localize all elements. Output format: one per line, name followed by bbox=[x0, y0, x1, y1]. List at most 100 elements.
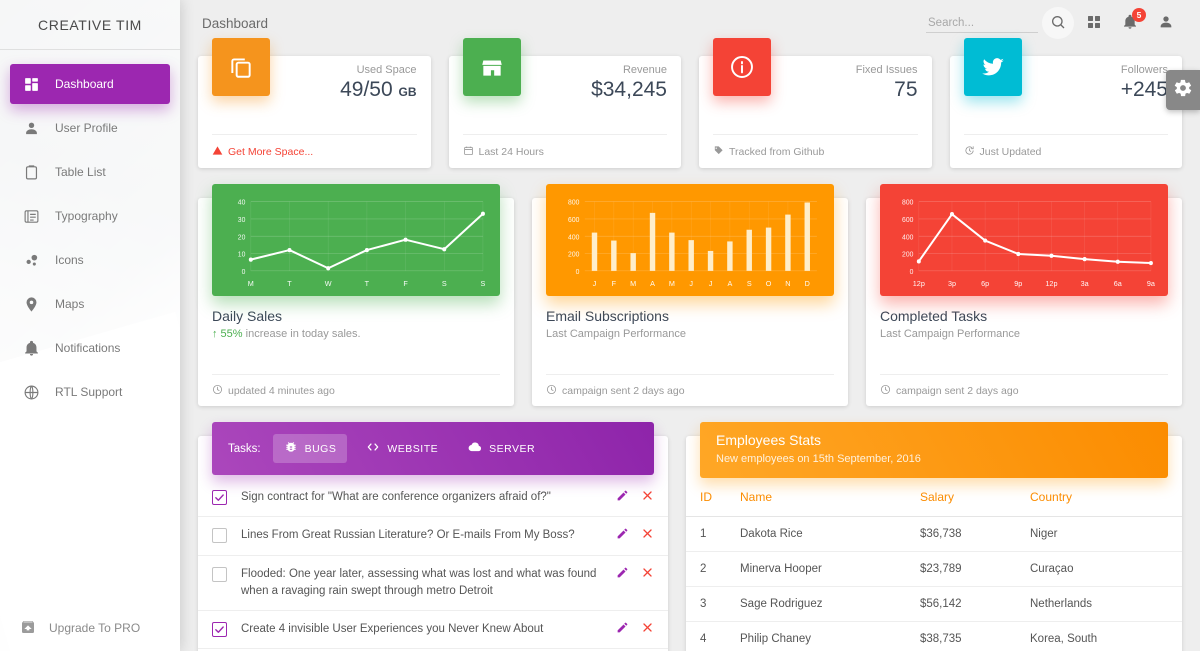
svg-text:6p: 6p bbox=[981, 279, 989, 288]
trend-up-icon: ↑ 55% bbox=[212, 328, 243, 340]
task-label: Lines From Great Russian Literature? Or … bbox=[241, 529, 575, 542]
task-delete-button[interactable] bbox=[641, 566, 654, 582]
table-row: 4 Philip Chaney $38,735 Korea, South bbox=[686, 621, 1182, 651]
chart-card-subtitle: Last Campaign Performance bbox=[880, 328, 1021, 340]
sidebar-item-label: Icons bbox=[55, 253, 84, 267]
stat-card-used-space: Used Space 49/50 GB Get More Space... bbox=[198, 38, 431, 168]
chart-card-completed-tasks: 0 200 400 600 800 12p 3p 6p 9p 12p 3a 6a 9a Completed… bbox=[866, 184, 1182, 406]
stat-card-footer-label: Tracked from Github bbox=[729, 145, 825, 158]
svg-text:200: 200 bbox=[902, 251, 913, 258]
settings-gear-button[interactable] bbox=[1166, 70, 1200, 110]
svg-text:20: 20 bbox=[238, 234, 246, 241]
stat-card-category: Revenue bbox=[622, 64, 667, 76]
info-icon bbox=[713, 38, 771, 96]
tasks-panel: Tasks: BUGS WEBSITE SERVER Sign contract f… bbox=[198, 422, 668, 651]
stat-card-value: 49/50 GB bbox=[270, 78, 416, 102]
svg-text:3a: 3a bbox=[1081, 279, 1090, 288]
chart-plot: 0 200 400 600 800 J F M A M J J A S O N D bbox=[546, 184, 834, 296]
svg-text:O: O bbox=[766, 279, 772, 288]
sidebar-item-user-profile[interactable]: User Profile bbox=[10, 108, 170, 148]
close-icon bbox=[641, 489, 654, 505]
chart-card-footer: campaign sent 2 days ago bbox=[546, 374, 834, 406]
sidebar-item-icons[interactable]: Icons bbox=[10, 240, 170, 280]
task-checkbox[interactable] bbox=[212, 490, 227, 505]
tag-icon bbox=[713, 145, 724, 159]
tasks-panel-header: Tasks: BUGS WEBSITE SERVER bbox=[212, 422, 654, 475]
chart-card-title: Email Subscriptions bbox=[546, 308, 669, 324]
task-checkbox[interactable] bbox=[212, 566, 227, 582]
tasks-label: Tasks: bbox=[228, 442, 261, 455]
table-cell: Dakota Rice bbox=[732, 516, 912, 552]
profile-button[interactable] bbox=[1150, 7, 1182, 39]
svg-text:T: T bbox=[287, 279, 292, 288]
sidebar-item-label: Table List bbox=[55, 165, 106, 179]
page-title: Dashboard bbox=[202, 15, 269, 31]
brand-logo[interactable]: CREATIVE TIM bbox=[0, 0, 180, 50]
dashboard-icon bbox=[20, 73, 42, 95]
stat-card-number: 75 bbox=[894, 78, 918, 101]
twitter-icon bbox=[963, 38, 1022, 96]
task-checkbox[interactable] bbox=[212, 622, 227, 637]
bug-icon bbox=[284, 440, 298, 457]
chart-plot: 0 10 20 30 40 M T W T F S S bbox=[212, 184, 500, 296]
update-icon bbox=[964, 145, 975, 159]
sidebar-item-label: Typography bbox=[55, 209, 118, 223]
svg-text:30: 30 bbox=[238, 217, 246, 224]
notifications-button[interactable]: 5 bbox=[1114, 7, 1146, 39]
chart-card-email-subscriptions: 0 200 400 600 800 J F M A M J J A S O N D Email Subscript… bbox=[532, 184, 848, 406]
person-icon bbox=[20, 117, 42, 139]
stat-card-footer-label: Get More Space... bbox=[228, 145, 314, 158]
chart-card-title: Daily Sales bbox=[212, 308, 283, 324]
chart-card-subtitle: Last Campaign Performance bbox=[546, 328, 687, 340]
table-column-header: Name bbox=[732, 478, 912, 517]
sidebar-item-rtl-support[interactable]: RTL Support bbox=[10, 372, 170, 412]
content-copy-icon bbox=[212, 38, 270, 96]
task-edit-button[interactable] bbox=[616, 621, 629, 637]
table-cell: $38,735 bbox=[912, 621, 1022, 651]
sidebar-item-table-list[interactable]: Table List bbox=[10, 152, 170, 192]
table-cell: Niger bbox=[1022, 516, 1182, 552]
svg-text:40: 40 bbox=[238, 200, 246, 207]
task-edit-button[interactable] bbox=[616, 489, 629, 505]
globe-icon bbox=[20, 381, 42, 403]
svg-text:J: J bbox=[709, 279, 713, 288]
task-delete-button[interactable] bbox=[641, 621, 654, 637]
stat-card-value: $34,245 bbox=[521, 78, 667, 102]
task-delete-button[interactable] bbox=[641, 527, 654, 543]
code-icon bbox=[366, 440, 380, 457]
stat-card-footer[interactable]: Get More Space... bbox=[212, 134, 417, 168]
svg-text:200: 200 bbox=[568, 251, 579, 258]
pencil-icon bbox=[616, 489, 629, 505]
table-row: 3 Sage Rodriguez $56,142 Netherlands bbox=[686, 586, 1182, 622]
tab-website[interactable]: WEBSITE bbox=[355, 434, 449, 463]
search-button[interactable] bbox=[1042, 7, 1074, 39]
sidebar-item-upgrade-to-pro[interactable]: Upgrade To PRO bbox=[0, 605, 180, 651]
stat-card-followers: Followers +245 Just Updated bbox=[949, 38, 1182, 168]
table-column-header: Country bbox=[1022, 478, 1182, 517]
sidebar-item-notifications[interactable]: Notifications bbox=[10, 328, 170, 368]
search-input[interactable] bbox=[926, 13, 1038, 33]
task-row: Create 4 invisible User Experiences you … bbox=[198, 611, 668, 650]
task-row: Flooded: One year later, assessing what … bbox=[198, 556, 668, 611]
tab-server[interactable]: SERVER bbox=[457, 434, 546, 463]
tab-bugs[interactable]: BUGS bbox=[272, 434, 348, 463]
table-column-header: Salary bbox=[912, 478, 1022, 517]
sidebar-item-dashboard[interactable]: Dashboard bbox=[10, 64, 170, 104]
task-edit-button[interactable] bbox=[616, 566, 629, 582]
task-checkbox[interactable] bbox=[212, 528, 227, 544]
task-edit-button[interactable] bbox=[616, 527, 629, 543]
sidebar-item-typography[interactable]: Typography bbox=[10, 196, 170, 236]
task-delete-button[interactable] bbox=[641, 489, 654, 505]
warning-icon bbox=[212, 145, 223, 159]
pencil-icon bbox=[616, 621, 629, 637]
sidebar: CREATIVE TIM Dashboard User Profile Table … bbox=[0, 0, 180, 651]
sidebar-item-maps[interactable]: Maps bbox=[10, 284, 170, 324]
apps-button[interactable] bbox=[1078, 7, 1110, 39]
table-cell: 2 bbox=[686, 551, 732, 587]
stat-card-value: +245 bbox=[1022, 78, 1168, 102]
svg-text:600: 600 bbox=[568, 217, 579, 224]
tasks-list: Sign contract for "What are conference o… bbox=[198, 475, 668, 650]
stat-card-number: $34,245 bbox=[591, 78, 667, 101]
table-cell: 4 bbox=[686, 621, 732, 651]
clock-icon bbox=[880, 384, 891, 398]
